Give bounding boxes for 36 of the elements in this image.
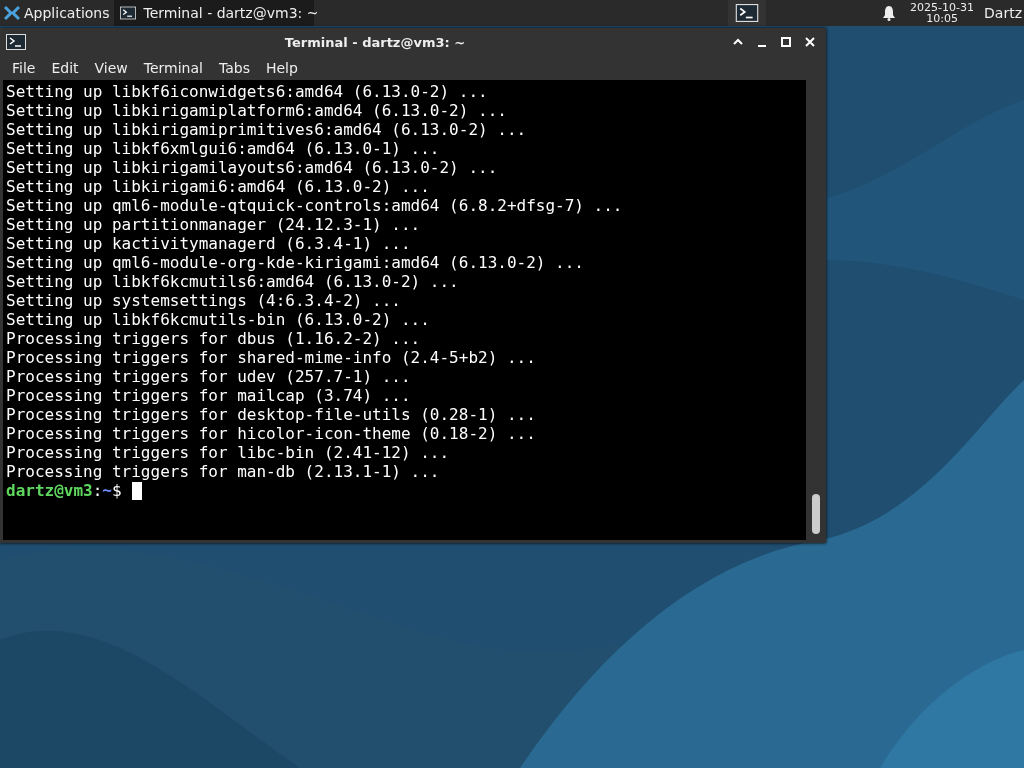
- prompt-path: ~: [102, 481, 112, 500]
- menu-item[interactable]: Help: [257, 60, 306, 76]
- output-line: Processing triggers for udev (257.7-1) ...: [6, 367, 411, 386]
- output-line: Setting up libkf6kcmutils6:amd64 (6.13.0-2) ...: [6, 272, 459, 291]
- output-line: Processing triggers for shared-mime-info (2.4-5+b2) ...: [6, 348, 536, 367]
- output-line: Setting up libkf6xmlgui6:amd64 (6.13.0-1) ...: [6, 139, 440, 158]
- output-line: Setting up libkirigamiplatform6:amd64 (6.13.0-2) ...: [6, 101, 507, 120]
- output-line: Setting up qml6-module-qtquick-controls:amd64 (6.8.2+dfsg-7) ...: [6, 196, 623, 215]
- menu-item[interactable]: View: [86, 60, 136, 76]
- output-line: Processing triggers for hicolor-icon-theme (0.18-2) ...: [6, 424, 536, 443]
- window-title: Terminal - dartz@vm3: ~: [283, 34, 467, 50]
- output-line: Setting up partitionmanager (24.12.3-1) ...: [6, 215, 421, 234]
- output-line: Processing triggers for man-db (2.13.1-1) ...: [6, 462, 440, 481]
- output-line: Processing triggers for dbus (1.16.2-2) ...: [6, 329, 421, 348]
- output-line: Setting up libkf6iconwidgets6:amd64 (6.13.0-2) ...: [6, 82, 488, 101]
- menu-item[interactable]: Edit: [43, 60, 87, 76]
- output-line: Processing triggers for libc-bin (2.41-12) ...: [6, 443, 450, 462]
- output-line: Setting up systemsettings (4:6.3.4-2) ...: [6, 291, 401, 310]
- prompt-symbol: $: [112, 481, 122, 500]
- prompt-separator: :: [92, 481, 103, 500]
- output-line: Setting up libkf6kcmutils-bin (6.13.0-2) ...: [6, 310, 430, 329]
- output-line: Setting up qml6-module-org-kde-kirigami:amd64 (6.13.0-2) ...: [6, 253, 584, 272]
- menu-item[interactable]: Terminal: [135, 60, 211, 76]
- output-line: Processing triggers for mailcap (3.74) ...: [6, 386, 411, 405]
- user-name[interactable]: Dartz: [984, 5, 1022, 21]
- output-line: Setting up libkirigami6:amd64 (6.13.0-2) ...: [6, 177, 430, 196]
- prompt-user-host: dartz@vm3: [6, 481, 93, 500]
- menu-item[interactable]: File: [4, 60, 44, 76]
- clock-time: 10:05: [926, 13, 958, 24]
- applications-menu-button[interactable]: Applications: [0, 0, 114, 26]
- menu-item[interactable]: Tabs: [210, 60, 258, 76]
- output-line: Setting up libkirigamiprimitives6:amd64 (6.13.0-2) ...: [6, 120, 527, 139]
- output-line: Processing triggers for desktop-file-utils (0.28-1) ...: [6, 405, 536, 424]
- output-line: Setting up libkirigamilayouts6:amd64 (6.13.0-2) ...: [6, 158, 498, 177]
- output-line: Setting up kactivitymanagerd (6.3.4-1) ...: [6, 234, 411, 253]
- clock-date: 2025-10-31: [910, 2, 975, 13]
